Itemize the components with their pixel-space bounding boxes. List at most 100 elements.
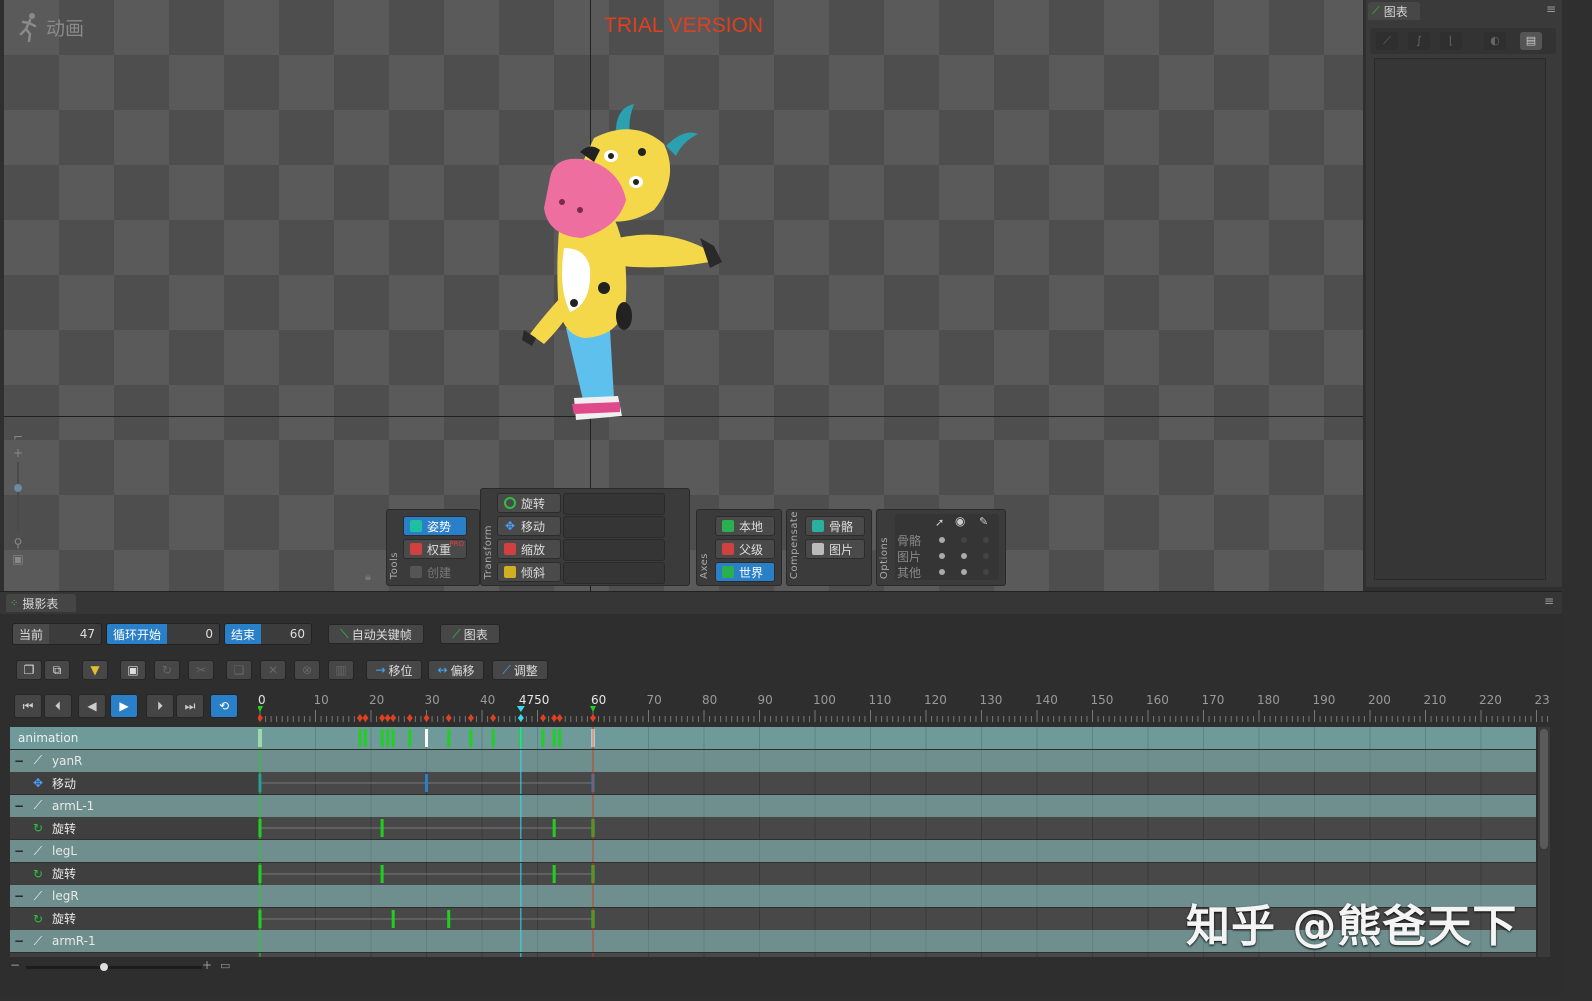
- zoom-in-icon[interactable]: +: [10, 446, 26, 460]
- loop-start-value[interactable]: 0: [167, 624, 219, 644]
- track-name[interactable]: ↻旋转: [10, 863, 258, 885]
- dopesheet-tab[interactable]: ⁘ 摄影表: [6, 594, 76, 612]
- ruler-icon[interactable]: ⌐: [10, 430, 26, 444]
- paste-button[interactable]: ⧉: [44, 660, 70, 680]
- track-name[interactable]: − ⟋ armR-1: [10, 930, 258, 952]
- stepped-curve-icon[interactable]: ⌊: [1440, 32, 1462, 50]
- fit-icon[interactable]: ▭: [220, 959, 230, 972]
- search-icon[interactable]: ⚲: [10, 536, 26, 550]
- track-name[interactable]: animation: [10, 727, 258, 749]
- ruler-key-marker[interactable]: [379, 714, 386, 722]
- rotate-button[interactable]: 旋转: [497, 493, 561, 513]
- offset-button[interactable]: ↔ 偏移: [428, 660, 484, 680]
- range-marker[interactable]: [425, 729, 428, 747]
- track-keys[interactable]: [258, 749, 1536, 772]
- character-artwork[interactable]: [514, 98, 734, 438]
- timeline-property-row[interactable]: ↻ 旋转: [10, 817, 1536, 840]
- graph-panel-tab[interactable]: ⟋ 图表: [1368, 2, 1420, 20]
- bones-select-toggle[interactable]: [939, 537, 945, 543]
- go-to-end-button[interactable]: ⏭: [176, 694, 204, 718]
- zoom-thumb[interactable]: [100, 963, 108, 971]
- collapse-icon[interactable]: −: [14, 889, 28, 903]
- keyframe[interactable]: [380, 729, 384, 747]
- others-label-toggle[interactable]: [983, 569, 989, 575]
- keyframe[interactable]: [358, 729, 362, 747]
- keyframe[interactable]: [491, 729, 495, 747]
- keyframe[interactable]: [363, 729, 367, 747]
- timeline-property-row[interactable]: ✥ 移动: [10, 772, 1536, 795]
- ruler-key-marker[interactable]: [258, 714, 263, 722]
- animation-viewport[interactable]: 动画 TRIAL VERSION ⌐ + ⚲ ▣ Tools 姿势 权重 PRO…: [4, 0, 1363, 591]
- keyframe[interactable]: [391, 729, 395, 747]
- timeline-zoom-bar[interactable]: − + ▭: [10, 958, 240, 974]
- images-visible-toggle[interactable]: [961, 553, 967, 559]
- keyframe[interactable]: [552, 729, 556, 747]
- images-label-toggle[interactable]: [983, 553, 989, 559]
- track-name[interactable]: − ⟋ yanR: [10, 750, 258, 772]
- go-to-start-button[interactable]: ⏮: [14, 694, 42, 718]
- ruler-key-marker[interactable]: [423, 714, 430, 722]
- ruler-key-marker[interactable]: [540, 714, 547, 722]
- linear-curve-icon[interactable]: ⟋: [1376, 32, 1398, 50]
- cut-button[interactable]: ✂: [188, 660, 214, 680]
- pose-tool-button[interactable]: 姿势: [403, 516, 467, 536]
- keyframe[interactable]: [447, 909, 451, 928]
- rotate-value-field[interactable]: [563, 493, 665, 515]
- dopesheet-menu-icon[interactable]: ≡: [1544, 594, 1554, 608]
- timeline-ruler[interactable]: 0 10 20 30 40 4750 60 70 80 90 100 110 120 130 140 150 1…: [258, 690, 1550, 726]
- track-name[interactable]: − ⟋ legR: [10, 885, 258, 907]
- track-keys[interactable]: [258, 727, 1536, 749]
- ruler-key-marker[interactable]: [467, 714, 474, 722]
- ruler-key-marker[interactable]: [362, 714, 369, 722]
- keyframe[interactable]: [552, 819, 556, 838]
- parent-axes-button[interactable]: 父级: [715, 539, 775, 559]
- ruler-key-marker[interactable]: [406, 714, 413, 722]
- preset-icon[interactable]: ▤: [1520, 32, 1542, 50]
- compensate-bones-button[interactable]: 骨骼: [805, 516, 865, 536]
- loop-start-field[interactable]: 循环开始 0: [106, 623, 220, 645]
- keyframe[interactable]: [541, 729, 545, 747]
- loop-toggle-button[interactable]: ⟲: [210, 694, 238, 718]
- collapse-icon[interactable]: −: [14, 844, 28, 858]
- zoom-in-small-icon[interactable]: +: [202, 958, 212, 972]
- zoom-out-icon[interactable]: −: [10, 958, 20, 972]
- graph-toggle-button[interactable]: ⟋ 图表: [440, 624, 500, 644]
- shear-value-field[interactable]: [563, 562, 665, 584]
- track-name[interactable]: − ⟋ armL-1: [10, 795, 258, 817]
- keyframe[interactable]: [380, 864, 384, 883]
- auto-key-button[interactable]: ⟍ 自动关键帧: [328, 624, 424, 644]
- timeline-bone-row[interactable]: − ⟋ legL: [10, 840, 1536, 862]
- keyframe[interactable]: [408, 729, 412, 747]
- ruler-key-marker[interactable]: [390, 714, 397, 722]
- end-frame-value[interactable]: 60: [261, 624, 311, 644]
- keyframe[interactable]: [391, 909, 395, 928]
- play-forward-button[interactable]: ▶: [110, 694, 138, 718]
- previous-key-button[interactable]: ⏴: [44, 694, 72, 718]
- keyframe[interactable]: [558, 729, 562, 747]
- refresh-button[interactable]: ↻: [154, 660, 180, 680]
- track-keys[interactable]: [258, 794, 1536, 817]
- collapse-icon[interactable]: −: [14, 754, 28, 768]
- clear-button[interactable]: ⊗: [294, 660, 320, 680]
- world-axes-button[interactable]: 世界: [715, 562, 775, 582]
- translate-value-field[interactable]: [563, 516, 665, 538]
- scale-value-field[interactable]: [563, 539, 665, 561]
- timeline-bone-row[interactable]: − ⟋ yanR: [10, 749, 1536, 772]
- ruler-key-marker[interactable]: [445, 714, 452, 722]
- track-keys[interactable]: [258, 772, 1536, 795]
- copy-button[interactable]: ❐: [16, 660, 42, 680]
- current-frame-field[interactable]: 当前 47: [12, 623, 102, 645]
- fit-view-icon[interactable]: ▣: [10, 552, 26, 566]
- graph-panel-menu-icon[interactable]: ≡: [1546, 2, 1556, 16]
- timeline-scroll-thumb[interactable]: [1540, 729, 1548, 849]
- trash-button[interactable]: ▥: [328, 660, 354, 680]
- images-select-toggle[interactable]: [939, 553, 945, 559]
- keyframe[interactable]: [386, 729, 390, 747]
- graph-curve-area[interactable]: [1374, 58, 1546, 580]
- delete-button[interactable]: ✕: [260, 660, 286, 680]
- track-name[interactable]: ↻旋转: [10, 953, 258, 957]
- translate-button[interactable]: ✥ 移动: [497, 516, 561, 536]
- keyframe[interactable]: [447, 729, 451, 747]
- adjust-button[interactable]: ⟋ 调整: [492, 660, 548, 680]
- keyframe[interactable]: [552, 864, 556, 883]
